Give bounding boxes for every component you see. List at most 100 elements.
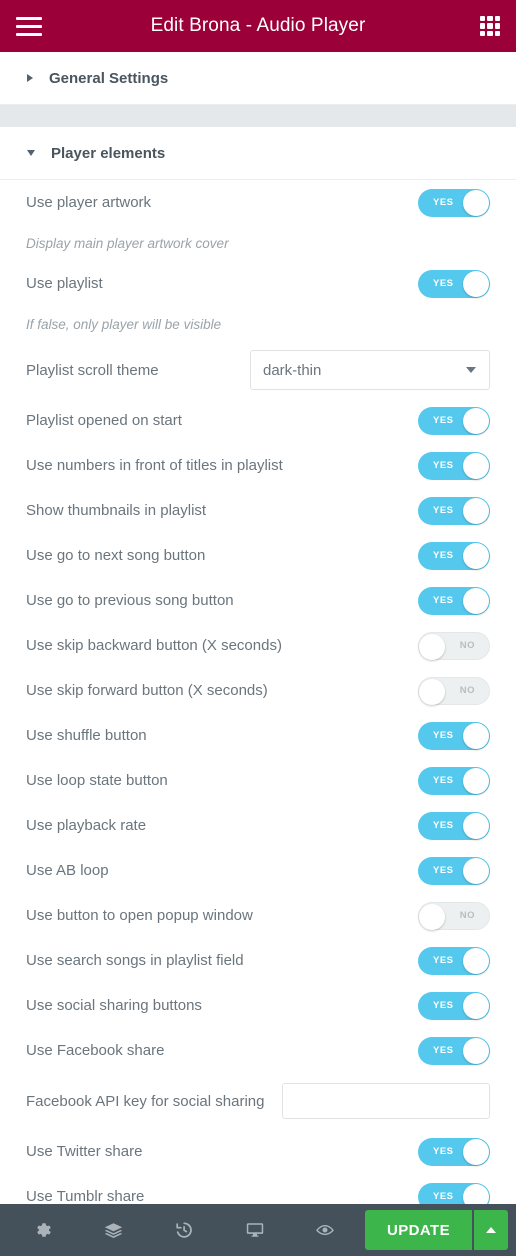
- setting-label: Use player artwork: [26, 194, 152, 211]
- setting-row: Use shuffle button YES: [0, 713, 516, 758]
- toggle-state-label: YES: [433, 595, 454, 606]
- setting-row: Use Tumblr share YES: [0, 1174, 516, 1204]
- toggle-switch[interactable]: YES: [418, 406, 490, 435]
- toggle-state-label: YES: [433, 865, 454, 876]
- bottom-toolbar: UPDATE: [0, 1204, 516, 1256]
- setting-label: Use skip backward button (X seconds): [26, 637, 282, 654]
- setting-label: Playlist opened on start: [26, 412, 182, 429]
- setting-row: Use Twitter share YES: [0, 1129, 516, 1174]
- toggle-state-label: YES: [433, 1045, 454, 1056]
- setting-label: Use AB loop: [26, 862, 109, 879]
- toggle-switch[interactable]: YES: [418, 721, 490, 750]
- setting-row: Show thumbnails in playlist YES: [0, 488, 516, 533]
- toggle-state-label: YES: [433, 197, 454, 208]
- toggle-state-label: YES: [433, 460, 454, 471]
- toggle-state-label: YES: [433, 415, 454, 426]
- update-button-group: UPDATE: [365, 1210, 508, 1250]
- toggle-switch[interactable]: YES: [418, 766, 490, 795]
- toggle-switch[interactable]: YES: [418, 1036, 490, 1065]
- toggle-switch[interactable]: YES: [418, 1182, 490, 1204]
- toggle-knob: [463, 1183, 489, 1204]
- layers-icon[interactable]: [97, 1213, 131, 1247]
- chevron-down-icon: [466, 367, 476, 373]
- setting-row: Use numbers in front of titles in playli…: [0, 443, 516, 488]
- row-hint-text: If false, only player will be visible: [26, 316, 222, 332]
- setting-label: Use skip forward button (X seconds): [26, 682, 268, 699]
- toggle-switch[interactable]: YES: [418, 496, 490, 525]
- chevron-right-icon: [27, 74, 33, 82]
- toggle-state-label: YES: [433, 1000, 454, 1011]
- setting-row: Use AB loop YES: [0, 848, 516, 893]
- toggle-knob: [419, 903, 445, 930]
- setting-row: Use button to open popup window NO: [0, 893, 516, 938]
- setting-row: Facebook API key for social sharing: [0, 1073, 516, 1129]
- section-label: General Settings: [49, 69, 169, 87]
- setting-label: Use search songs in playlist field: [26, 952, 244, 969]
- toggle-knob: [463, 587, 489, 614]
- setting-label: Show thumbnails in playlist: [26, 502, 207, 519]
- toggle-state-label: YES: [433, 1146, 454, 1157]
- setting-row: Use social sharing buttons YES: [0, 983, 516, 1028]
- toggle-switch[interactable]: NO: [418, 631, 490, 660]
- toggle-state-label: NO: [459, 685, 475, 696]
- setting-label: Use numbers in front of titles in playli…: [26, 457, 283, 474]
- toggle-knob: [463, 497, 489, 524]
- toggle-switch[interactable]: YES: [418, 269, 490, 298]
- setting-row: Use player artwork YES: [0, 180, 516, 225]
- toggle-switch[interactable]: NO: [418, 676, 490, 705]
- toggle-switch[interactable]: YES: [418, 1137, 490, 1166]
- toggle-switch[interactable]: YES: [418, 188, 490, 217]
- toggle-knob: [463, 992, 489, 1019]
- toggle-state-label: YES: [433, 730, 454, 741]
- grid-apps-icon[interactable]: [480, 16, 500, 36]
- setting-label: Use playback rate: [26, 817, 147, 834]
- toggle-knob: [463, 407, 489, 434]
- setting-label: Use shuffle button: [26, 727, 147, 744]
- select-value: dark-thin: [263, 361, 322, 379]
- toggle-state-label: YES: [433, 955, 454, 966]
- toggle-state-label: YES: [433, 820, 454, 831]
- toggle-switch[interactable]: YES: [418, 586, 490, 615]
- playlist-scroll-theme-select[interactable]: dark-thin: [250, 350, 490, 390]
- facebook-api-key-input[interactable]: [282, 1083, 490, 1119]
- chevron-up-icon[interactable]: [472, 1210, 508, 1250]
- toolbar-icon-group: [10, 1213, 358, 1247]
- toggle-switch[interactable]: NO: [418, 901, 490, 930]
- app-header: Edit Brona - Audio Player: [0, 0, 516, 52]
- toggle-state-label: YES: [433, 278, 454, 289]
- setting-label: Use go to next song button: [26, 547, 206, 564]
- toggle-switch[interactable]: YES: [418, 541, 490, 570]
- history-icon[interactable]: [167, 1213, 201, 1247]
- section-header-player-elements[interactable]: Player elements: [0, 127, 516, 180]
- toggle-switch[interactable]: YES: [418, 451, 490, 480]
- toggle-knob: [463, 1037, 489, 1064]
- toggle-knob: [463, 947, 489, 974]
- toggle-state-label: YES: [433, 550, 454, 561]
- settings-scroll-area[interactable]: General Settings Player elements Use pla…: [0, 52, 516, 1204]
- toggle-knob: [463, 452, 489, 479]
- setting-label: Use social sharing buttons: [26, 997, 202, 1014]
- setting-row: Use search songs in playlist field YES: [0, 938, 516, 983]
- setting-label: Facebook API key for social sharing: [26, 1092, 265, 1110]
- gear-icon[interactable]: [26, 1213, 60, 1247]
- section-header-general-settings[interactable]: General Settings: [0, 52, 516, 105]
- toggle-state-label: NO: [459, 640, 475, 651]
- setting-label: Use playlist: [26, 275, 103, 292]
- eye-icon[interactable]: [308, 1213, 342, 1247]
- toggle-switch[interactable]: YES: [418, 811, 490, 840]
- row-hint-text: Display main player artwork cover: [26, 235, 229, 251]
- setting-label: Use Tumblr share: [26, 1188, 145, 1204]
- setting-row: Use skip backward button (X seconds) NO: [0, 623, 516, 668]
- toggle-switch[interactable]: YES: [418, 991, 490, 1020]
- toggle-switch[interactable]: YES: [418, 946, 490, 975]
- update-button[interactable]: UPDATE: [365, 1210, 472, 1250]
- setting-label: Use button to open popup window: [26, 907, 253, 924]
- toggle-knob: [463, 1138, 489, 1165]
- toggle-switch[interactable]: YES: [418, 856, 490, 885]
- chevron-down-icon: [27, 150, 35, 156]
- toggle-knob: [419, 678, 445, 705]
- toggle-state-label: YES: [433, 1191, 454, 1202]
- setting-row: Playlist opened on start YES: [0, 398, 516, 443]
- hamburger-icon[interactable]: [16, 16, 42, 36]
- desktop-icon[interactable]: [238, 1213, 272, 1247]
